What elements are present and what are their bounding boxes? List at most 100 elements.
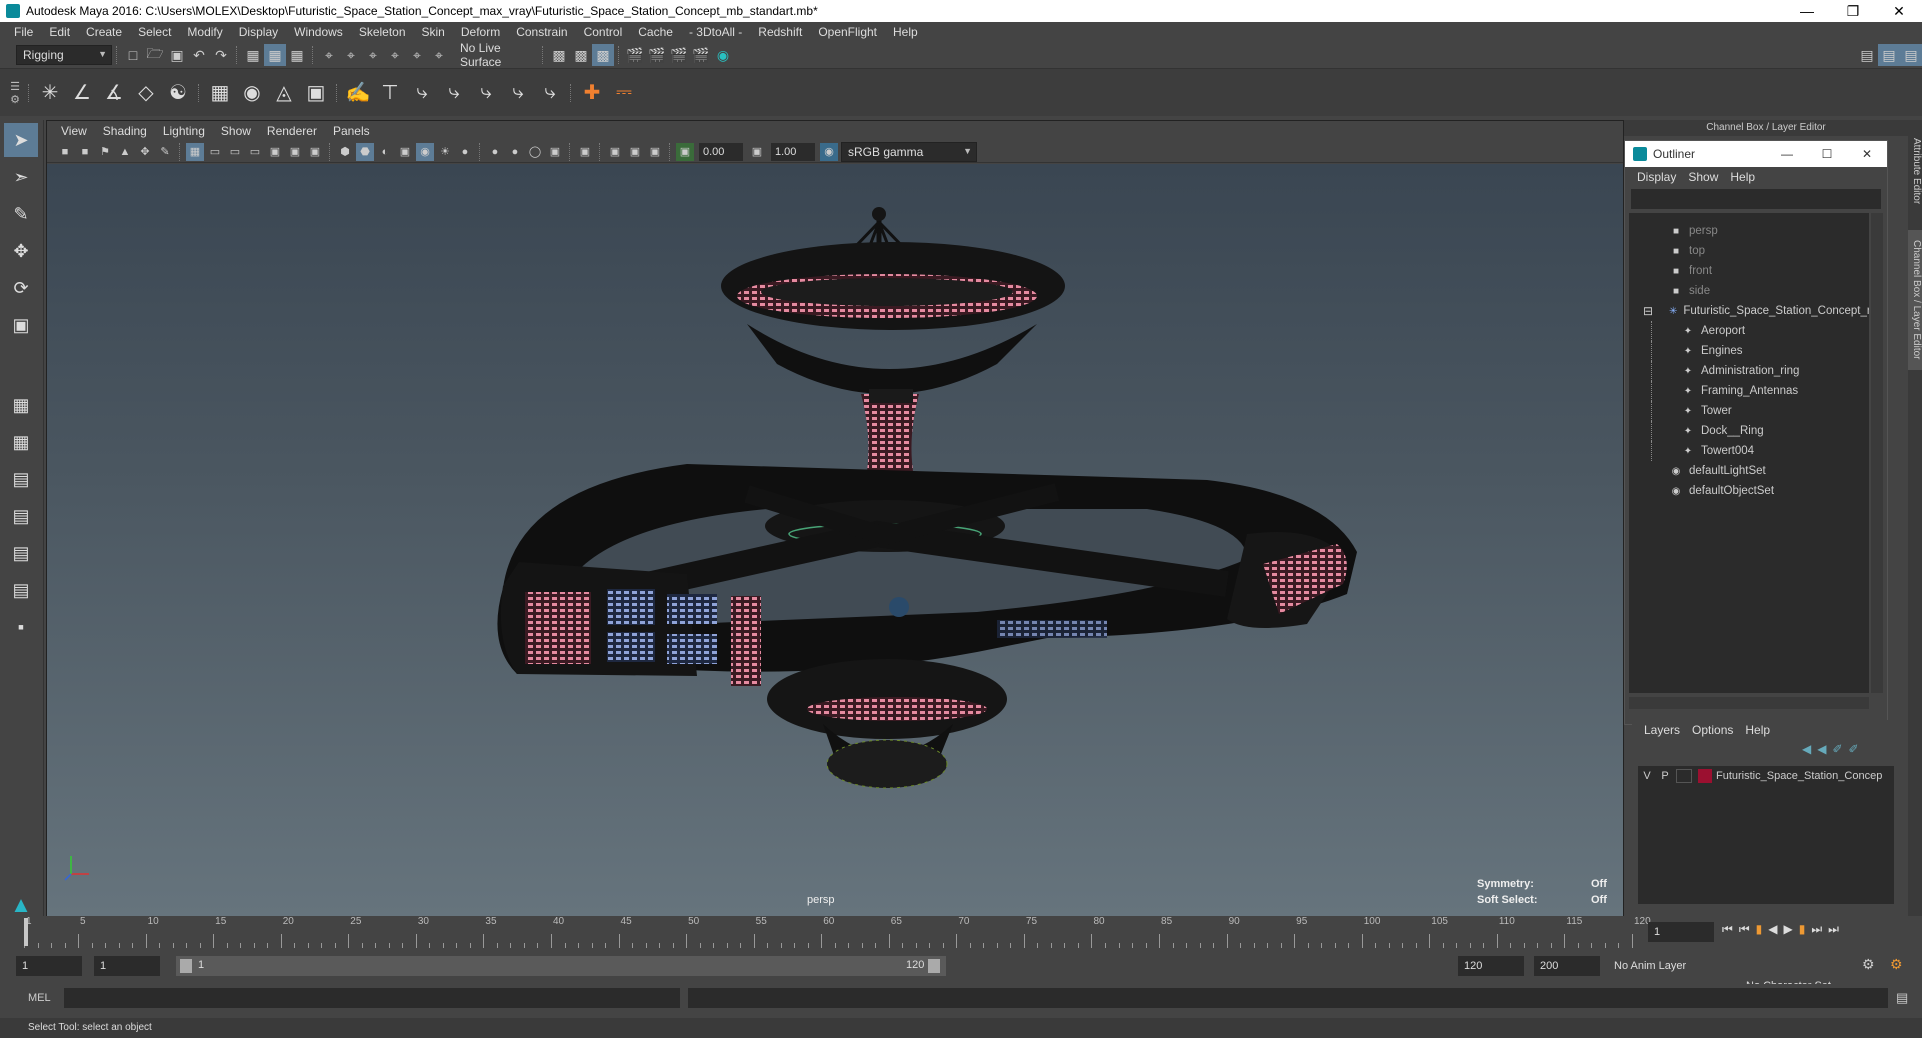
viewport-menu-view[interactable]: View <box>53 124 95 138</box>
outliner-vertical-scrollbar[interactable] <box>1871 213 1883 693</box>
viewport-menu-show[interactable]: Show <box>213 124 259 138</box>
scene-start-field[interactable]: 1 <box>16 956 82 976</box>
smooth-bind-icon[interactable]: ◉ <box>236 76 268 110</box>
four-pane-layout-icon[interactable]: ▦ <box>4 425 38 459</box>
range-end-handle[interactable] <box>928 959 940 973</box>
xray-icon[interactable]: ▣ <box>576 143 594 161</box>
menu-control[interactable]: Control <box>576 25 631 39</box>
shelf-menu[interactable]: ☰ ⚙ <box>6 80 24 106</box>
outliner-maximize-button[interactable]: ☐ <box>1807 147 1847 161</box>
menu-constrain[interactable]: Constrain <box>508 25 575 39</box>
current-time-marker[interactable] <box>24 918 28 946</box>
layer-menu-layers[interactable]: Layers <box>1638 723 1686 737</box>
select-object-icon[interactable]: ▦ <box>264 44 286 66</box>
locator-bracket-icon[interactable]: ⎓ <box>608 76 640 110</box>
safe-action-icon[interactable]: ▣ <box>286 143 304 161</box>
input-output-icon[interactable]: ▩ <box>570 44 592 66</box>
2d-pan-zoom-icon[interactable]: ✥ <box>136 143 154 161</box>
step-back-key-icon[interactable]: ⏮ <box>1739 922 1750 937</box>
colorspace-dropdown[interactable]: sRGB gamma ▼ <box>841 141 977 162</box>
hud-icon[interactable]: ▣ <box>646 143 664 161</box>
select-tool-icon[interactable]: ➤ <box>4 123 38 157</box>
snap-projected-icon[interactable]: ⌖ <box>384 44 406 66</box>
rotate-tool-icon[interactable]: ⟳ <box>4 271 38 305</box>
menu-help[interactable]: Help <box>885 25 926 39</box>
snap-grid-icon[interactable]: ⌖ <box>318 44 340 66</box>
aim-constraint-icon[interactable]: ⤷ <box>502 76 534 110</box>
viewport-menu-panels[interactable]: Panels <box>325 124 378 138</box>
ipr-render-icon[interactable]: 🎬 <box>646 44 668 66</box>
script-editor-icon[interactable]: ▤ <box>1896 990 1908 1006</box>
layer-visibility-toggle[interactable]: V <box>1638 770 1656 782</box>
outliner-item[interactable]: ◉ defaultObjectSet <box>1629 481 1869 501</box>
select-hierarchy-icon[interactable]: ▦ <box>242 44 264 66</box>
close-button[interactable]: ✕ <box>1876 0 1922 22</box>
point-constraint-icon[interactable]: ⤷ <box>406 76 438 110</box>
outliner-minimize-button[interactable]: — <box>1767 147 1807 161</box>
menu-display[interactable]: Display <box>231 25 286 39</box>
graph-layout-icon[interactable]: ▤ <box>4 536 38 570</box>
gate-mask-icon[interactable]: ▭ <box>246 143 264 161</box>
ik-spline-icon[interactable]: ∡ <box>98 76 130 110</box>
attribute-editor-tab[interactable]: Attribute Editor <box>1908 126 1922 216</box>
ambient-occlusion-icon[interactable]: ● <box>456 143 474 161</box>
new-layer-icon[interactable]: ✐ <box>1832 742 1842 756</box>
image-plane-icon[interactable]: ▲ <box>116 143 134 161</box>
lights-icon[interactable]: ◉ <box>416 142 434 161</box>
new-layer-selected-icon[interactable]: ✐ <box>1849 742 1859 756</box>
camera-select-icon[interactable]: ■ <box>56 143 74 161</box>
playback-end-field[interactable]: 120 <box>1458 956 1524 976</box>
outliner-horizontal-scrollbar[interactable] <box>1629 697 1869 709</box>
range-start-handle[interactable] <box>180 959 192 973</box>
collapse-icon[interactable]: ⊟ <box>1643 304 1653 318</box>
snap-view-icon[interactable]: ⌖ <box>406 44 428 66</box>
wireframe-icon[interactable]: ⬢ <box>336 143 354 161</box>
hypershade-icon[interactable]: 🎬 <box>690 44 712 66</box>
playback-start-field[interactable]: 1 <box>94 956 160 976</box>
outliner-item[interactable]: ✦ Framing_Antennas <box>1629 381 1869 401</box>
outliner-item[interactable]: ✦ Administration_ring <box>1629 361 1869 381</box>
mirror-joint-icon[interactable]: ◇ <box>130 76 162 110</box>
isolate-select-icon[interactable]: ▣ <box>546 143 564 161</box>
modeling-toolkit-icon[interactable]: ▤ <box>1856 44 1878 66</box>
outliner-item[interactable]: ■ top <box>1629 241 1869 261</box>
menu-file[interactable]: File <box>6 25 41 39</box>
locator-icon[interactable]: ✚ <box>576 76 608 110</box>
outliner-item[interactable]: ✦ Engines <box>1629 341 1869 361</box>
layer-color-swatch[interactable] <box>1698 769 1712 783</box>
resolution-gate-icon[interactable]: ▭ <box>226 143 244 161</box>
command-language-label[interactable]: MEL <box>28 992 51 1004</box>
render-globals-icon[interactable]: ◉ <box>712 44 734 66</box>
color-management-icon[interactable]: ◉ <box>820 142 838 161</box>
orient-constraint-icon[interactable]: ⤷ <box>438 76 470 110</box>
bookmark-icon[interactable]: ⚑ <box>96 143 114 161</box>
channel-box-toggle-icon[interactable]: ▤ <box>1900 44 1922 66</box>
textured-icon[interactable]: ▣ <box>396 143 414 161</box>
play-back-icon[interactable]: ◀ <box>1768 922 1777 937</box>
go-to-end-icon[interactable]: ⏭ <box>1828 922 1839 937</box>
preferences-icon[interactable]: ⚙ <box>1890 956 1903 973</box>
lasso-tool-icon[interactable]: ➣ <box>4 160 38 194</box>
render-frame-icon[interactable]: 🎬 <box>624 44 646 66</box>
snap-curve-icon[interactable]: ⌖ <box>340 44 362 66</box>
two-pane-layout-icon[interactable]: ▤ <box>4 462 38 496</box>
outliner-layout-icon[interactable]: ▤ <box>4 499 38 533</box>
outliner-item[interactable]: ■ front <box>1629 261 1869 281</box>
layer-playback-toggle[interactable]: P <box>1656 770 1674 782</box>
single-pane-layout-icon[interactable]: ▦ <box>4 388 38 422</box>
command-input[interactable] <box>64 988 680 1008</box>
save-scene-icon[interactable]: ▣ <box>166 44 188 66</box>
film-gate-icon[interactable]: ▭ <box>206 143 224 161</box>
current-frame-field[interactable]: 1 <box>1648 922 1714 942</box>
outliner-item[interactable]: ◉ defaultLightSet <box>1629 461 1869 481</box>
ik-handle-icon[interactable]: ∠ <box>66 76 98 110</box>
move-tool-icon[interactable]: ✥ <box>4 234 38 268</box>
menu-cache[interactable]: Cache <box>630 25 681 39</box>
snap-live-icon[interactable]: ⌖ <box>428 44 450 66</box>
wireframe-on-shaded-icon[interactable]: ◐ <box>376 143 394 161</box>
gamma-icon[interactable]: ▣ <box>748 143 766 161</box>
undo-icon[interactable]: ↶ <box>188 44 210 66</box>
menu-edit[interactable]: Edit <box>41 25 78 39</box>
hypershade-layout-icon[interactable]: ▤ <box>4 573 38 607</box>
paint-weights-icon[interactable]: ✍ <box>342 76 374 110</box>
